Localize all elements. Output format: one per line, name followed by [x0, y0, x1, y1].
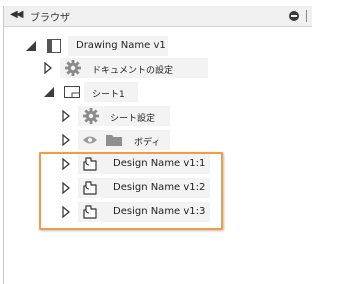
- pin-icon[interactable]: [289, 11, 299, 21]
- tree-item-bodies[interactable]: ボディ: [0, 130, 200, 150]
- browser-header: ◀◀ ブラウザ: [4, 6, 312, 27]
- gear-icon: [64, 59, 82, 77]
- collapse-panel-button[interactable]: ◀◀: [10, 9, 23, 20]
- tree-item-label: Drawing Name v1: [76, 40, 166, 51]
- tree-item-sheet[interactable]: シート1: [0, 82, 200, 102]
- expanded-triangle-icon[interactable]: [26, 41, 36, 51]
- collapsed-triangle-icon[interactable]: [62, 110, 70, 122]
- gear-icon: [82, 107, 100, 125]
- browser-panel: ◀◀ ブラウザ Drawing Name v1 ドキュメントの設定 シート1 シ…: [0, 0, 337, 284]
- tree-item-drawing[interactable]: Drawing Name v1: [0, 36, 200, 56]
- tree-item-sheet-settings[interactable]: シート設定: [0, 106, 200, 126]
- highlight-box: [39, 152, 223, 230]
- panel-grip-icon[interactable]: [306, 10, 309, 22]
- sheet-icon: [64, 86, 80, 98]
- collapsed-triangle-icon[interactable]: [62, 134, 70, 146]
- tree-item-label: ボディ: [134, 138, 161, 148]
- tree-item-label: ドキュメントの設定: [92, 66, 174, 76]
- expanded-triangle-icon[interactable]: [44, 87, 54, 97]
- tree-item-label: シート1: [92, 90, 125, 100]
- folder-icon: [106, 134, 122, 146]
- tree-item-document-settings[interactable]: ドキュメントの設定: [0, 58, 220, 78]
- collapsed-triangle-icon[interactable]: [44, 62, 52, 74]
- tree-item-label: シート設定: [110, 114, 156, 124]
- browser-title: ブラウザ: [30, 13, 70, 24]
- eye-icon[interactable]: [82, 135, 98, 145]
- drawing-icon: [46, 38, 62, 54]
